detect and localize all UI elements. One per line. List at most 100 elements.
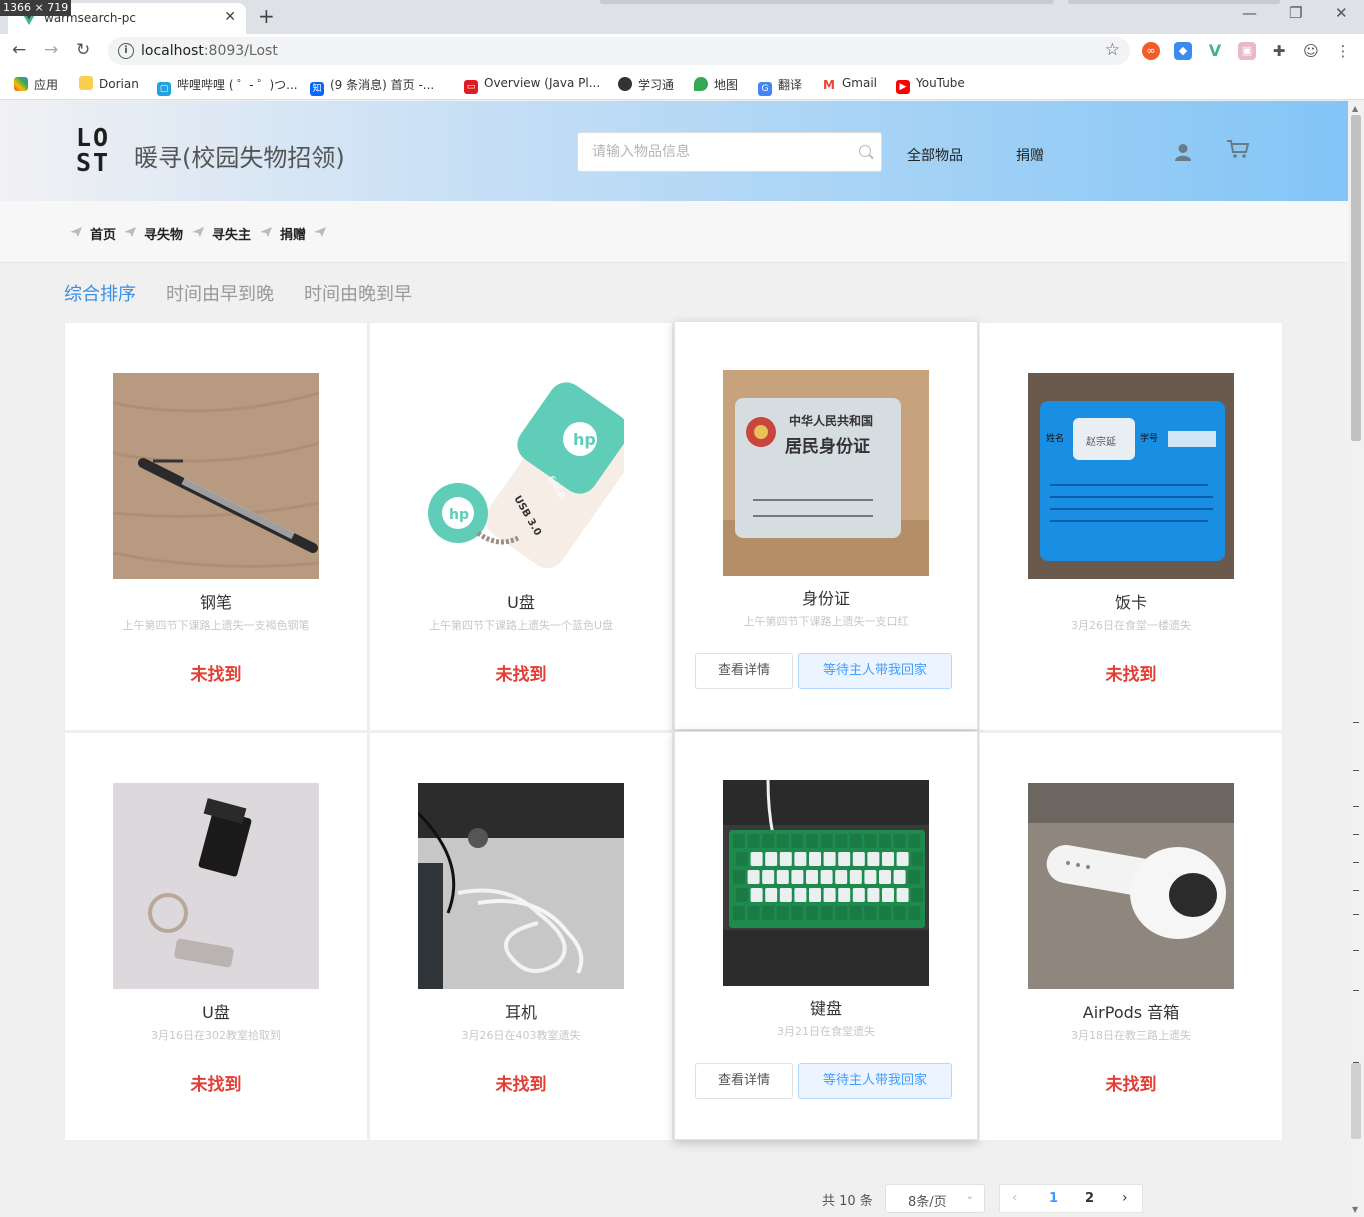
browser-menu-icon[interactable]: ⋮ bbox=[1334, 42, 1352, 60]
bookmark-star-icon[interactable]: ☆ bbox=[1105, 40, 1120, 60]
extensions-puzzle-icon[interactable]: ✚ bbox=[1270, 42, 1288, 60]
await-owner-button[interactable]: 等待主人带我回家 bbox=[798, 1063, 952, 1099]
site-title: 暖寻(校园失物招领) bbox=[134, 144, 345, 172]
youtube-icon: ▶ bbox=[896, 80, 910, 94]
item-card[interactable]: AirPods 音箱 3月18日在教三路上遗失 未找到 bbox=[979, 732, 1283, 1141]
page-number[interactable]: 1 bbox=[1049, 1191, 1058, 1206]
window-close-icon[interactable]: ✕ bbox=[1335, 4, 1348, 22]
keyboard-key bbox=[852, 888, 865, 902]
bookmark-xuexitong[interactable]: 学习通 bbox=[618, 76, 674, 93]
bookmark-java-overview[interactable]: ▭ Overview (Java Pl... bbox=[464, 76, 600, 94]
keyboard-key bbox=[806, 834, 818, 848]
paper-plane-icon bbox=[192, 227, 204, 237]
profile-icon[interactable]: ☺ bbox=[1302, 42, 1320, 60]
item-card[interactable]: hp 64GB USB 3.0 hp U盘 上午第四节下课路上遗失一个蓝色U盘 … bbox=[369, 322, 673, 731]
keyboard-key bbox=[776, 870, 789, 884]
keyboard-key bbox=[823, 852, 836, 866]
keyboard-key bbox=[838, 888, 851, 902]
item-photo-usb: hp 64GB USB 3.0 hp bbox=[418, 373, 624, 579]
view-details-button[interactable]: 查看详情 bbox=[695, 653, 793, 689]
keyboard-key bbox=[794, 852, 807, 866]
page-size-select[interactable]: 8条/页 ⌄ bbox=[885, 1184, 985, 1213]
item-name: 键盘 bbox=[809, 999, 842, 1018]
extension-vue-devtools-icon[interactable]: V bbox=[1206, 42, 1224, 60]
item-card[interactable]: 键盘 3月21日在食堂遗失 查看详情 等待主人带我回家 bbox=[674, 731, 978, 1140]
keyboard-key bbox=[791, 870, 804, 884]
bookmark-bilibili[interactable]: ▢ 哔哩哔哩 ( ゜- ゜)つ... bbox=[157, 76, 298, 96]
forward-icon[interactable]: → bbox=[44, 40, 58, 60]
search-icon[interactable] bbox=[859, 145, 871, 157]
item-card[interactable]: 中华人民共和国 居民身份证 身份证 上午第四节下课路上遗失一支口红 查看详情 等… bbox=[674, 321, 978, 730]
search-input[interactable] bbox=[592, 144, 842, 160]
next-page-icon[interactable]: › bbox=[1122, 1190, 1128, 1206]
svg-text:赵宗延: 赵宗延 bbox=[1086, 435, 1116, 448]
address-bar[interactable]: i localhost:8093/Lost ☆ bbox=[108, 37, 1130, 65]
subnav-home[interactable]: 首页 bbox=[90, 224, 116, 243]
item-photo-keyboard bbox=[723, 780, 929, 986]
tab-close-icon[interactable]: ✕ bbox=[224, 9, 236, 25]
minimize-icon[interactable]: — bbox=[1242, 4, 1257, 22]
cart-icon[interactable] bbox=[1226, 139, 1250, 159]
reload-icon[interactable]: ↻ bbox=[76, 40, 90, 60]
sort-tab-oldest-first[interactable]: 时间由早到晚 bbox=[166, 280, 274, 306]
paper-plane-icon bbox=[260, 227, 272, 237]
bookmark-maps[interactable]: 地图 bbox=[694, 76, 738, 93]
keyboard-key bbox=[879, 906, 891, 920]
await-owner-button[interactable]: 等待主人带我回家 bbox=[798, 653, 952, 689]
view-details-button[interactable]: 查看详情 bbox=[695, 1063, 793, 1099]
subnav-lost-items[interactable]: 寻失物 bbox=[144, 224, 183, 243]
item-photo-pen bbox=[113, 373, 319, 579]
scroll-marker bbox=[1353, 890, 1359, 891]
keyboard-key bbox=[747, 834, 760, 848]
url-text: localhost:8093/Lost bbox=[141, 43, 278, 59]
bookmark-youtube[interactable]: ▶ YouTube bbox=[896, 76, 965, 94]
item-card[interactable]: 钢笔 上午第四节下课路上遗失一支褐色钢笔 未找到 bbox=[64, 322, 368, 731]
subnav-donate[interactable]: 捐赠 bbox=[280, 224, 306, 243]
scroll-down-icon[interactable]: ▼ bbox=[1352, 1205, 1358, 1214]
keyboard-key bbox=[864, 906, 877, 920]
item-card[interactable]: 耳机 3月26日在403教室遗失 未找到 bbox=[369, 732, 673, 1141]
back-icon[interactable]: ← bbox=[12, 40, 26, 60]
sort-tab-default[interactable]: 综合排序 bbox=[64, 280, 136, 306]
sort-tab-newest-first[interactable]: 时间由晚到早 bbox=[304, 280, 412, 306]
keyboard-key bbox=[893, 906, 906, 920]
extension-cube-icon[interactable]: ◆ bbox=[1174, 42, 1192, 60]
prev-page-icon[interactable]: ‹ bbox=[1012, 1190, 1018, 1206]
bookmark-apps[interactable]: 应用 bbox=[14, 76, 58, 93]
new-tab-icon[interactable]: + bbox=[258, 4, 275, 28]
extension-infinity-icon[interactable]: ∞ bbox=[1142, 42, 1160, 60]
item-status: 未找到 bbox=[190, 665, 242, 685]
keyboard-key bbox=[838, 852, 851, 866]
extension-pink-icon[interactable]: ▣ bbox=[1238, 42, 1256, 60]
nav-all-items[interactable]: 全部物品 bbox=[907, 145, 963, 165]
keyboard-key bbox=[762, 834, 775, 848]
nav-donate[interactable]: 捐赠 bbox=[1016, 145, 1044, 165]
scroll-marker bbox=[1353, 990, 1359, 991]
page-number[interactable]: 2 bbox=[1085, 1191, 1094, 1206]
keyboard-key bbox=[762, 906, 775, 920]
bookmark-folder[interactable]: Dorian bbox=[79, 76, 139, 91]
scroll-thumb[interactable] bbox=[1351, 115, 1361, 441]
bookmark-gmail[interactable]: M Gmail bbox=[822, 76, 877, 92]
keyboard-key bbox=[896, 888, 909, 902]
breadcrumb-nav: 首页 寻失物 寻失主 捐赠 bbox=[0, 201, 1348, 263]
keyboard-key bbox=[809, 888, 821, 902]
item-card[interactable]: U盘 3月16日在302教室拾取到 未找到 bbox=[64, 732, 368, 1141]
scroll-up-icon[interactable]: ▲ bbox=[1352, 104, 1358, 113]
subnav-find-owner[interactable]: 寻失主 bbox=[212, 224, 251, 243]
item-card[interactable]: 姓名 赵宗延 学号 饭卡 3月26日在食堂一楼遗失 未找到 bbox=[979, 322, 1283, 731]
bookmark-translate[interactable]: G 翻译 bbox=[758, 76, 802, 96]
keyboard-key bbox=[823, 888, 836, 902]
apps-grid-icon bbox=[14, 77, 28, 91]
site-info-icon[interactable]: i bbox=[118, 43, 134, 59]
item-photo-earphones bbox=[418, 783, 624, 989]
user-icon[interactable] bbox=[1174, 143, 1192, 161]
bookmark-zhihu[interactable]: 知 (9 条消息) 首页 -... bbox=[310, 76, 434, 96]
keyboard-key bbox=[849, 906, 862, 920]
restore-icon[interactable]: ❐ bbox=[1289, 4, 1302, 22]
page-scrollbar[interactable]: ▲ ▼ bbox=[1348, 101, 1364, 1217]
lost-logo[interactable]: LO ST bbox=[76, 125, 118, 177]
paper-plane-icon bbox=[314, 227, 326, 237]
item-description: 3月16日在302教室拾取到 bbox=[151, 1029, 281, 1042]
item-name: 身份证 bbox=[801, 589, 850, 608]
